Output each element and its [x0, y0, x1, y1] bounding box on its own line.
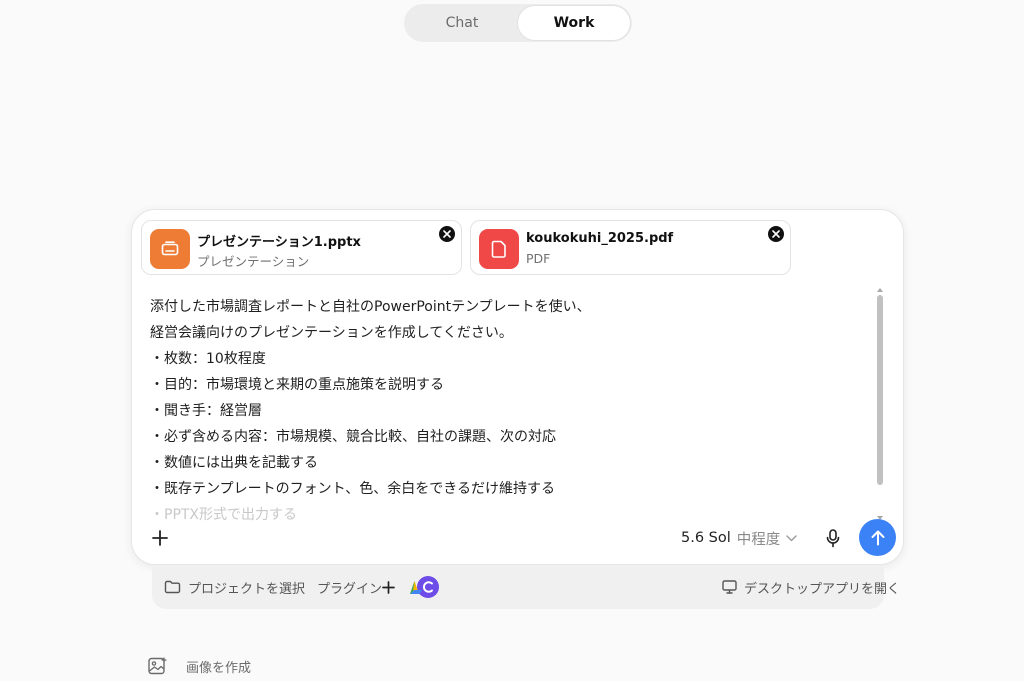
- plugin-label: プラグイン: [317, 581, 383, 597]
- scroll-up-icon[interactable]: [877, 288, 883, 292]
- model-name: 5.6 Sol: [681, 530, 731, 546]
- pdf-file-icon: [479, 229, 519, 269]
- composer-tray: プロジェクトを選択 プラグイン デスクトップアプリを開く: [152, 565, 900, 609]
- close-icon: [443, 230, 451, 238]
- arrow-up-icon: [871, 530, 884, 545]
- scrollbar-thumb[interactable]: [877, 295, 883, 485]
- model-selector[interactable]: 5.6 Sol 中程度: [681, 527, 797, 549]
- attachment-type: プレゼンテーション: [197, 254, 310, 269]
- open-desktop-app-label: デスクトップアプリを開く: [744, 581, 901, 597]
- prompt-line: ・数値には出典を記載する: [150, 455, 318, 471]
- attachment-type: PDF: [526, 251, 551, 266]
- project-select-button[interactable]: プロジェクトを選択: [164, 578, 306, 597]
- add-plugin-button[interactable]: [382, 578, 395, 596]
- send-button[interactable]: [859, 519, 896, 556]
- folder-icon: [164, 580, 181, 594]
- app-root: Chat Work プレゼンテーション1.pptx プレゼンテーション kouk…: [0, 0, 1024, 681]
- prompt-line: ・必ず含める内容：市場規模、競合比較、自社の課題、次の対応: [150, 429, 556, 445]
- create-image-button[interactable]: 画像を作成: [148, 656, 251, 676]
- remove-attachment-button[interactable]: [768, 226, 784, 242]
- remove-attachment-button[interactable]: [439, 226, 455, 242]
- plugin-apps-icon[interactable]: [402, 575, 440, 599]
- prompt-scrollbar[interactable]: [876, 288, 884, 520]
- composer: プレゼンテーション1.pptx プレゼンテーション koukokuhi_2025…: [131, 209, 904, 565]
- tab-work[interactable]: Work: [518, 6, 630, 40]
- open-desktop-app-button[interactable]: デスクトップアプリを開く: [722, 578, 901, 597]
- microphone-icon: [826, 528, 840, 547]
- prompt-line: ・PPTX形式で出力する: [150, 507, 298, 522]
- plus-icon: [152, 530, 168, 546]
- attachment-card-pdf[interactable]: koukokuhi_2025.pdf PDF: [470, 220, 791, 275]
- plus-icon: [382, 580, 395, 594]
- prompt-line: ・聞き手：経営層: [150, 403, 262, 419]
- prompt-line: 添付した市場調査レポートと自社のPowerPointテンプレートを使い、: [150, 299, 591, 315]
- mode-toggle: Chat Work: [404, 4, 632, 42]
- prompt-textarea[interactable]: 添付した市場調査レポートと自社のPowerPointテンプレートを使い、 経営会…: [150, 294, 870, 522]
- add-button[interactable]: [148, 526, 172, 550]
- microphone-button[interactable]: [821, 526, 845, 550]
- chevron-down-icon: [786, 534, 797, 541]
- monitor-icon: [722, 580, 737, 594]
- attachment-card-pptx[interactable]: プレゼンテーション1.pptx プレゼンテーション: [141, 220, 462, 275]
- plugin-button[interactable]: プラグイン: [317, 578, 383, 597]
- model-effort: 中程度: [736, 531, 781, 548]
- close-icon: [772, 230, 780, 238]
- prompt-line: ・既存テンプレートのフォント、色、余白をできるだけ維持する: [150, 481, 556, 497]
- prompt-line: ・目的：市場環境と来期の重点施策を説明する: [150, 377, 444, 393]
- image-icon: [148, 657, 167, 675]
- attachment-name: プレゼンテーション1.pptx: [197, 235, 361, 250]
- create-image-label: 画像を作成: [186, 660, 252, 676]
- presentation-icon: [150, 229, 190, 269]
- project-select-label: プロジェクトを選択: [188, 581, 306, 597]
- tab-chat[interactable]: Chat: [406, 6, 518, 40]
- attachment-name: koukokuhi_2025.pdf: [526, 231, 674, 246]
- prompt-line: ・枚数：10枚程度: [150, 351, 266, 367]
- prompt-line: 経営会議向けのプレゼンテーションを作成してください。: [150, 325, 513, 341]
